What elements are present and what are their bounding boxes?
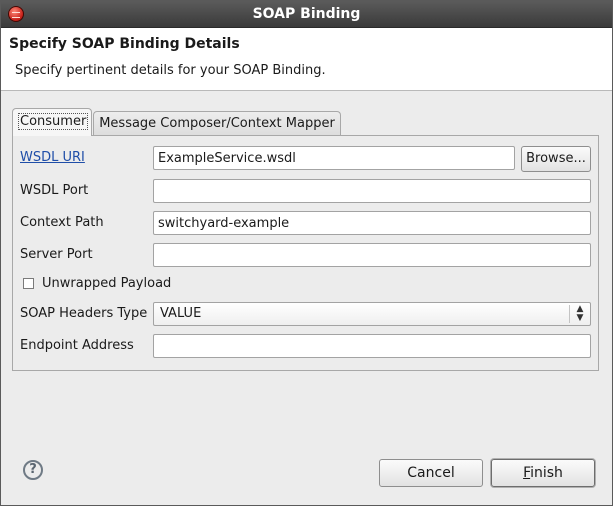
tab-label: Consumer	[18, 113, 89, 130]
page-description: Specify pertinent details for your SOAP …	[15, 63, 326, 78]
cancel-button[interactable]: Cancel	[379, 459, 483, 487]
unwrapped-payload-checkbox[interactable]	[23, 278, 34, 289]
context-path-input[interactable]	[153, 211, 591, 235]
wizard-header: Specify SOAP Binding Details Specify per…	[1, 28, 612, 91]
soap-headers-type-select[interactable]: VALUE ▲ ▼	[153, 302, 591, 326]
wsdl-port-label: WSDL Port	[20, 183, 89, 198]
browse-button[interactable]: Browse...	[521, 146, 591, 172]
unwrapped-payload-label[interactable]: Unwrapped Payload	[42, 276, 171, 291]
endpoint-address-input[interactable]	[153, 334, 591, 358]
finish-label-rest: inish	[530, 465, 563, 481]
wsdl-uri-link[interactable]: WSDL URI	[20, 150, 85, 165]
server-port-label: Server Port	[20, 247, 93, 262]
tab-message-composer[interactable]: Message Composer/Context Mapper	[93, 111, 341, 136]
server-port-input[interactable]	[153, 243, 591, 267]
tab-consumer[interactable]: Consumer	[12, 108, 92, 136]
endpoint-address-label: Endpoint Address	[20, 338, 134, 353]
wsdl-uri-input[interactable]	[153, 146, 515, 170]
selected-value: VALUE	[160, 306, 202, 321]
tab-label: Message Composer/Context Mapper	[99, 116, 335, 131]
page-title: Specify SOAP Binding Details	[9, 36, 240, 52]
window-title: SOAP Binding	[252, 6, 361, 22]
finish-button[interactable]: Finish	[491, 459, 595, 487]
wsdl-port-input[interactable]	[153, 179, 591, 203]
question-mark-icon[interactable]: ?	[23, 460, 43, 480]
up-down-arrows-icon: ▲ ▼	[569, 305, 590, 323]
context-path-label: Context Path	[20, 215, 104, 230]
soap-headers-type-label: SOAP Headers Type	[20, 306, 148, 321]
title-bar[interactable]: SOAP Binding	[1, 1, 612, 28]
